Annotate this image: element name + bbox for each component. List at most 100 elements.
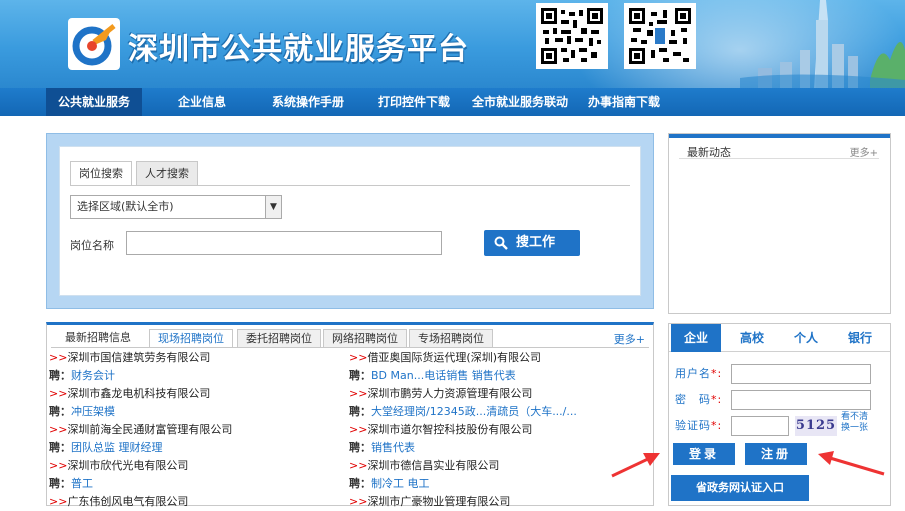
job-name-input[interactable] bbox=[126, 231, 442, 255]
tab-personal[interactable]: 个人 bbox=[781, 324, 831, 352]
jobs-more-link[interactable]: 更多+ bbox=[614, 331, 645, 347]
pin-label: 聘： bbox=[349, 369, 371, 382]
required-mark: *: bbox=[711, 367, 723, 380]
qr-code-icon bbox=[541, 8, 603, 64]
pin-label: 聘： bbox=[49, 405, 71, 418]
captcha-label: 验证码*: bbox=[675, 416, 722, 436]
list-item: 聘：财务会计 bbox=[49, 367, 339, 385]
tab-bank[interactable]: 银行 bbox=[835, 324, 885, 352]
list-item: 聘：销售代表 bbox=[349, 439, 639, 457]
tab-online-jobs[interactable]: 网络招聘岗位 bbox=[323, 329, 407, 348]
position-link[interactable]: BD Man...电话销售 销售代表 bbox=[371, 369, 516, 382]
jobs-tab-divider bbox=[51, 347, 649, 348]
tab-enterprise[interactable]: 企业 bbox=[671, 324, 721, 352]
pin-label: 聘： bbox=[49, 441, 71, 454]
search-icon bbox=[494, 236, 508, 250]
list-item: 聘：普工 bbox=[49, 475, 339, 493]
company-link[interactable]: 深圳市欣代光电有限公司 bbox=[67, 459, 188, 472]
list-item: 聘：制冷工 电工 bbox=[349, 475, 639, 493]
position-link[interactable]: 冲压架模 bbox=[71, 405, 115, 418]
company-link[interactable]: 深圳市道尔智控科技股份有限公司 bbox=[367, 423, 532, 436]
site-title: 深圳市公共就业服务平台 bbox=[128, 32, 469, 67]
position-link[interactable]: 销售代表 bbox=[371, 441, 415, 454]
marker: >> bbox=[349, 351, 368, 364]
username-input[interactable] bbox=[731, 364, 871, 384]
company-link[interactable]: 深圳市国信建筑劳务有限公司 bbox=[67, 351, 210, 364]
nav-item-manual[interactable]: 系统操作手册 bbox=[272, 88, 344, 116]
pin-label: 聘： bbox=[349, 441, 371, 454]
list-item: >>深圳市国信建筑劳务有限公司 bbox=[49, 349, 339, 367]
nav-item-public-employment[interactable]: 公共就业服务 bbox=[46, 88, 143, 116]
news-divider bbox=[679, 158, 879, 159]
list-item: >>深圳市欣代光电有限公司 bbox=[49, 457, 339, 475]
jobs-panel: 最新招聘信息 现场招聘岗位 委托招聘岗位 网络招聘岗位 专场招聘岗位 更多+ >… bbox=[46, 322, 654, 508]
nav-item-citywide-link[interactable]: 全市就业服务联动 bbox=[472, 88, 568, 116]
captcha-refresh-link[interactable]: 看不清换一张 bbox=[841, 412, 875, 434]
news-accent-bar bbox=[669, 134, 890, 138]
position-link[interactable]: 制冷工 电工 bbox=[371, 477, 430, 490]
list-item: >>广东伟创风电气有限公司 bbox=[49, 493, 339, 511]
qr-code-2 bbox=[624, 3, 696, 69]
marker: >> bbox=[49, 387, 68, 400]
nav-item-guide-download[interactable]: 办事指南下载 bbox=[588, 88, 660, 116]
main-nav: 公共就业服务 企业信息 系统操作手册 打印控件下载 全市就业服务联动 办事指南下… bbox=[0, 88, 905, 116]
nav-item-print-control[interactable]: 打印控件下载 bbox=[378, 88, 450, 116]
pin-label: 聘： bbox=[49, 369, 71, 382]
company-link[interactable]: 广东伟创风电气有限公司 bbox=[67, 495, 188, 508]
company-link[interactable]: 深圳市广豪物业管理有限公司 bbox=[367, 495, 510, 508]
login-panel: 企业 高校 个人 银行 用户名*: 密 码*: 验证码*: 5125 看不清换一… bbox=[668, 323, 891, 506]
list-item: >>借亚奥国际货运代理(深圳)有限公司 bbox=[349, 349, 639, 367]
marker: >> bbox=[49, 495, 68, 508]
marker: >> bbox=[349, 387, 368, 400]
marker: >> bbox=[49, 459, 68, 472]
company-link[interactable]: 深圳市德信昌实业有限公司 bbox=[367, 459, 499, 472]
position-link[interactable]: 大堂经理岗/12345政...清疏员（大车.../... bbox=[371, 405, 577, 418]
list-item: >>深圳市鹏劳人力资源管理有限公司 bbox=[349, 385, 639, 403]
list-item: 聘：BD Man...电话销售 销售代表 bbox=[349, 367, 639, 385]
captcha-input[interactable] bbox=[731, 416, 789, 436]
qr-code-icon bbox=[629, 8, 691, 64]
region-select-value: 选择区域(默认全市) bbox=[77, 200, 174, 213]
news-more-link[interactable]: 更多+ bbox=[850, 144, 878, 159]
tab-onsite-jobs[interactable]: 现场招聘岗位 bbox=[149, 329, 233, 348]
search-form: 岗位搜索 人才搜索 选择区域(默认全市) ▼ 岗位名称 搜工作 bbox=[59, 146, 641, 296]
jobs-column-left: >>深圳市国信建筑劳务有限公司 聘：财务会计 >>深圳市鑫龙电机科技有限公司 聘… bbox=[49, 349, 339, 511]
gov-auth-button[interactable]: 省政务网认证入口 bbox=[671, 475, 809, 501]
news-panel: 最新动态 更多+ bbox=[668, 133, 891, 314]
captcha-image[interactable]: 5125 bbox=[795, 416, 837, 436]
list-item: >>深圳市德信昌实业有限公司 bbox=[349, 457, 639, 475]
password-input[interactable] bbox=[731, 390, 871, 410]
nav-item-enterprise-info[interactable]: 企业信息 bbox=[178, 88, 226, 116]
list-item: 聘：冲压架模 bbox=[49, 403, 339, 421]
list-item: 聘：大堂经理岗/12345政...清疏员（大车.../... bbox=[349, 403, 639, 421]
tab-special-jobs[interactable]: 专场招聘岗位 bbox=[409, 329, 493, 348]
tab-entrusted-jobs[interactable]: 委托招聘岗位 bbox=[237, 329, 321, 348]
position-link[interactable]: 团队总监 理财经理 bbox=[71, 441, 163, 454]
city-skyline-icon bbox=[740, 0, 905, 88]
company-link[interactable]: 借亚奥国际货运代理(深圳)有限公司 bbox=[367, 351, 541, 364]
search-panel: 岗位搜索 人才搜索 选择区域(默认全市) ▼ 岗位名称 搜工作 bbox=[46, 133, 654, 309]
list-item: >>深圳市广豪物业管理有限公司 bbox=[349, 493, 639, 511]
company-link[interactable]: 深圳市鑫龙电机科技有限公司 bbox=[67, 387, 210, 400]
login-button[interactable]: 登录 bbox=[673, 443, 735, 465]
position-link[interactable]: 普工 bbox=[71, 477, 93, 490]
site-logo[interactable] bbox=[68, 18, 120, 70]
logo-icon bbox=[72, 24, 116, 66]
region-select[interactable]: 选择区域(默认全市) ▼ bbox=[70, 195, 282, 219]
tab-latest-jobs[interactable]: 最新招聘信息 bbox=[57, 329, 139, 348]
tab-university[interactable]: 高校 bbox=[727, 324, 777, 352]
search-jobs-button[interactable]: 搜工作 bbox=[484, 230, 580, 256]
chevron-down-icon[interactable]: ▼ bbox=[265, 196, 281, 218]
username-label-text: 用户名 bbox=[675, 367, 711, 380]
search-jobs-label: 搜工作 bbox=[516, 235, 556, 250]
marker: >> bbox=[49, 351, 68, 364]
position-link[interactable]: 财务会计 bbox=[71, 369, 115, 382]
list-item: >>深圳市鑫龙电机科技有限公司 bbox=[49, 385, 339, 403]
tab-job-search[interactable]: 岗位搜索 bbox=[70, 161, 132, 186]
company-link[interactable]: 深圳前海全民通财富管理有限公司 bbox=[67, 423, 232, 436]
company-link[interactable]: 深圳市鹏劳人力资源管理有限公司 bbox=[367, 387, 532, 400]
tab-talent-search[interactable]: 人才搜索 bbox=[136, 161, 198, 186]
marker: >> bbox=[349, 495, 368, 508]
register-button[interactable]: 注册 bbox=[745, 443, 807, 465]
password-label: 密 码*: bbox=[675, 390, 722, 410]
